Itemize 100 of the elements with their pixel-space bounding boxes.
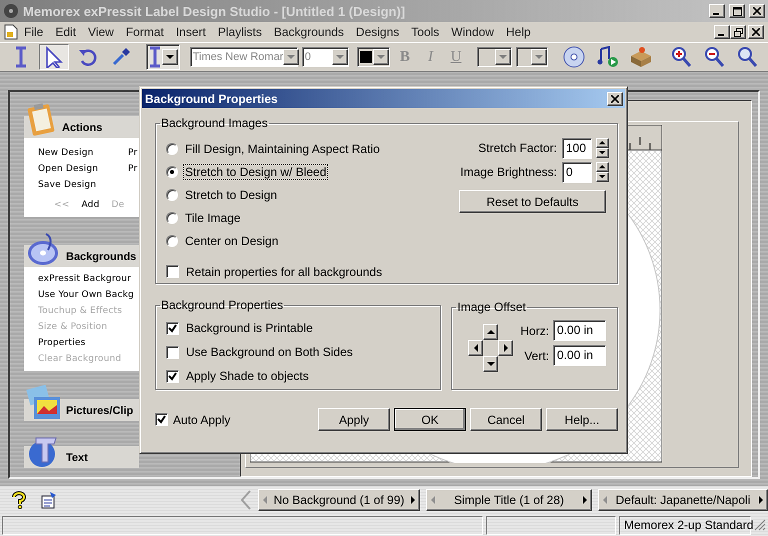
checkbox[interactable] [166,265,179,278]
radio-button[interactable] [166,166,178,178]
right-arrow-icon [411,496,415,504]
tool-button[interactable] [39,44,69,70]
dropdown[interactable] [476,47,512,67]
nudge-left-button[interactable] [468,340,484,356]
check-icon [157,415,166,424]
menu-item[interactable]: File [18,25,50,39]
left-arrow-icon [474,344,478,352]
number-field[interactable]: 0 [562,162,592,182]
restore-button[interactable] [730,25,746,39]
dropdown[interactable] [516,47,548,67]
spin-down-button[interactable] [596,148,609,158]
down-arrow-icon [534,55,543,59]
radio-button[interactable] [166,212,178,224]
nudge-down-button[interactable] [483,356,498,372]
nudge-up-button[interactable] [483,324,498,340]
font-size-dropdown[interactable]: 0 [302,47,349,67]
navigator-selector[interactable]: Simple Title (1 of 28) [426,488,592,510]
font-dropdown[interactable]: Times New Romar [190,47,298,67]
close-button[interactable] [749,4,765,18]
menu-item[interactable]: Format [120,25,170,39]
left-arrow-icon [603,496,607,504]
task-link[interactable]: Pr [128,145,139,161]
menu-item[interactable]: Insert [170,25,212,39]
navigator-selector[interactable]: Default: Japanette/Napoli [598,488,768,510]
properties-icon[interactable] [40,490,58,508]
field-label: Stretch Factor: [477,141,558,155]
dialog-button[interactable]: Apply [318,408,390,431]
down-arrow-icon [377,55,386,59]
radio-button[interactable] [166,234,178,246]
text-tool-dropdown[interactable] [146,44,180,70]
disc-icon [563,46,586,68]
spin-down-button[interactable] [596,172,609,182]
close-button[interactable] [607,92,623,106]
radio-label: Stretch to Design w/ Bleed [184,164,328,178]
task-link[interactable]: Add [81,197,100,213]
picture-icon [26,385,62,421]
status-text: Memorex 2-up Standard [619,516,751,534]
minimize-button[interactable] [709,4,725,18]
dialog-button[interactable]: Help... [546,408,618,431]
rotate-icon [78,47,98,67]
search-icon [736,46,758,68]
task-link[interactable]: exPressit Backgrour [38,271,139,287]
number-field[interactable]: 100 [562,138,592,158]
resize-grip-icon [754,519,766,531]
section-title: Pictures/Clip [66,404,134,419]
task-link[interactable]: Properties [38,335,139,351]
radio-dot-icon [170,170,174,174]
check-icon [168,372,177,380]
maximize-icon [732,6,742,16]
spin-up-button[interactable] [596,138,609,148]
checkbox-label: Use Background on Both Sides [185,345,354,359]
field-label: Vert: [523,348,550,362]
color-dropdown[interactable] [356,47,390,67]
help-icon[interactable] [10,490,28,508]
offset-field[interactable]: 0.00 in [553,320,606,341]
task-link[interactable]: Open Design [38,161,128,177]
checkbox[interactable] [166,370,179,382]
task-link[interactable]: Save Design [38,177,128,193]
text-cursor-icon [148,46,162,68]
music-play-icon [596,46,619,68]
checkbox[interactable] [155,413,168,426]
radio-label: Fill Design, Maintaining Aspect Ratio [184,142,381,156]
menu-item[interactable]: Playlists [212,25,268,39]
down-arrow-icon [486,362,495,366]
menu-item[interactable]: Help [500,25,537,39]
menu-item[interactable]: Designs [350,25,406,39]
menu-item[interactable]: Window [445,25,500,39]
menu-item[interactable]: View [82,25,120,39]
navigator-selector[interactable]: No Background (1 of 99) [258,488,420,510]
radio-button[interactable] [166,188,178,200]
checkbox-label: Background is Printable [185,321,314,335]
dialog-button[interactable]: Cancel [470,408,542,431]
radio-button[interactable] [166,142,178,154]
down-arrow-icon [499,55,508,59]
checkbox[interactable] [166,346,179,358]
offset-field[interactable]: 0.00 in [553,345,606,366]
minimize-button[interactable] [714,25,730,39]
menu-item[interactable]: Backgrounds [268,25,350,39]
right-arrow-icon [583,496,587,504]
group-label: Background Properties [160,298,284,312]
task-link[interactable]: Pr [128,161,139,177]
task-link[interactable]: Use Your Own Backg [38,287,139,303]
section-header[interactable]: Pictures/Clip [24,383,139,421]
checkbox[interactable] [166,322,179,334]
section-header[interactable]: Actions [24,100,139,138]
reset-button[interactable]: Reset to Defaults [459,190,606,213]
task-link[interactable]: New Design [38,145,128,161]
menu-item[interactable]: Edit [49,25,82,39]
eyedropper-icon [110,47,131,67]
field-label: Horz: [519,324,550,338]
group-label: Background Images [160,116,269,130]
dialog-button[interactable]: OK [394,408,466,431]
menu-item[interactable]: Tools [405,25,446,39]
close-button[interactable] [748,25,764,39]
check-icon [168,324,177,332]
maximize-button[interactable] [729,4,745,18]
nudge-right-button[interactable] [498,340,514,356]
spin-up-button[interactable] [596,162,609,172]
